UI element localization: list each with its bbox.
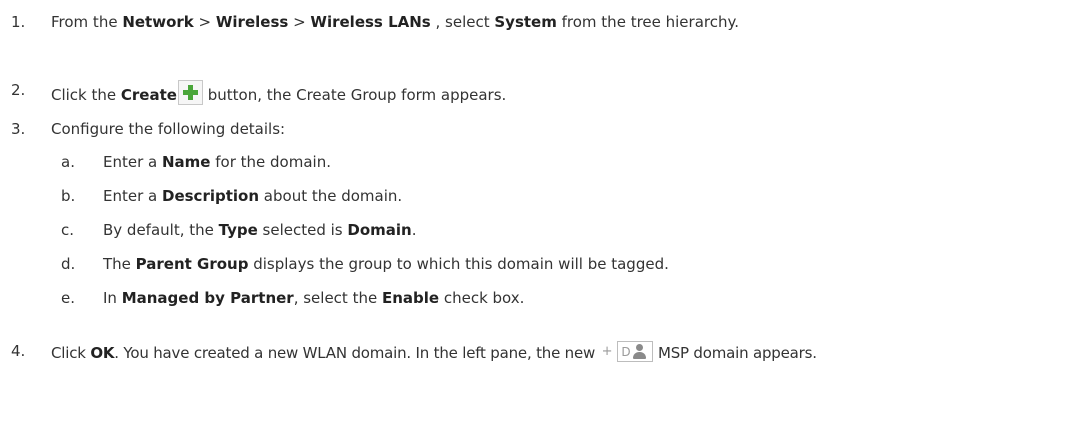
step-number: 1. (11, 13, 26, 31)
step-number: 2. (11, 81, 26, 99)
substep-text: In Managed by Partner, select the Enable… (103, 289, 525, 307)
step-text: From the Network > Wireless > Wireless L… (51, 13, 739, 31)
substep-letter: d. (61, 255, 76, 273)
step-number: 4. (11, 342, 26, 360)
substep-text: The Parent Group displays the group to w… (103, 255, 669, 273)
step-number: 3. (11, 120, 26, 138)
substep-letter: b. (61, 187, 76, 205)
tree-expand-icon: + (601, 344, 613, 359)
step-text: Click OK. You have created a new WLAN do… (51, 341, 817, 363)
substep-text: By default, the Type selected is Domain. (103, 221, 417, 239)
step-text: Click the Create button, the Create Grou… (51, 80, 506, 105)
substep-letter: a. (61, 153, 75, 171)
msp-domain-icon: D (617, 341, 654, 362)
create-plus-icon (177, 80, 203, 105)
step-text: Configure the following details: (51, 120, 286, 138)
substep-letter: c. (61, 221, 75, 239)
substep-letter: e. (61, 289, 75, 307)
substep-text: Enter a Name for the domain. (103, 153, 331, 171)
substep-text: Enter a Description about the domain. (103, 187, 403, 205)
